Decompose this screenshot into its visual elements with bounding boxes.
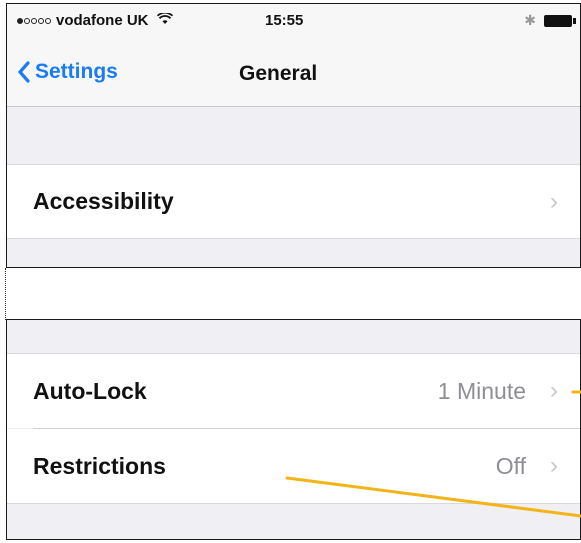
page-title: General (239, 62, 318, 85)
row-value-auto-lock: 1 Minute (437, 377, 526, 404)
back-button[interactable]: Settings (17, 60, 118, 84)
group-separator (7, 238, 580, 239)
chevron-right-icon: › (550, 452, 558, 479)
battery-icon (544, 14, 576, 27)
bluetooth-icon: ✱ (524, 12, 536, 28)
group-separator (7, 503, 580, 504)
row-value-restrictions: Off (495, 452, 526, 479)
row-label-auto-lock: Auto-Lock (33, 377, 147, 404)
bottom-screenshot-panel: Auto-Lock 1 Minute › Restrictions Off › (6, 319, 581, 540)
chevron-left-icon (18, 61, 30, 83)
settings-row-auto-lock[interactable]: Auto-Lock 1 Minute › (7, 354, 580, 428)
status-time: 15:55 (265, 12, 304, 29)
top-screenshot-panel: vodafone UK 15:55 ✱ Settings General Acc… (6, 3, 581, 268)
back-button-label: Settings (35, 60, 118, 83)
row-label-restrictions: Restrictions (33, 452, 166, 479)
chevron-right-icon: › (550, 377, 558, 404)
row-label-accessibility: Accessibility (33, 188, 174, 214)
chevron-right-icon: › (550, 187, 558, 215)
status-right: ✱ (524, 12, 576, 29)
wifi-icon (156, 12, 173, 29)
status-bar: vodafone UK 15:55 ✱ (7, 4, 580, 42)
status-left: vodafone UK (17, 12, 173, 29)
carrier-name: vodafone UK (56, 12, 149, 29)
signal-strength-icon (17, 17, 51, 24)
settings-row-accessibility[interactable]: Accessibility › (7, 165, 580, 238)
dotted-connector (5, 268, 6, 320)
settings-row-restrictions[interactable]: Restrictions Off › (7, 429, 580, 503)
navigation-bar: Settings General (7, 42, 580, 107)
